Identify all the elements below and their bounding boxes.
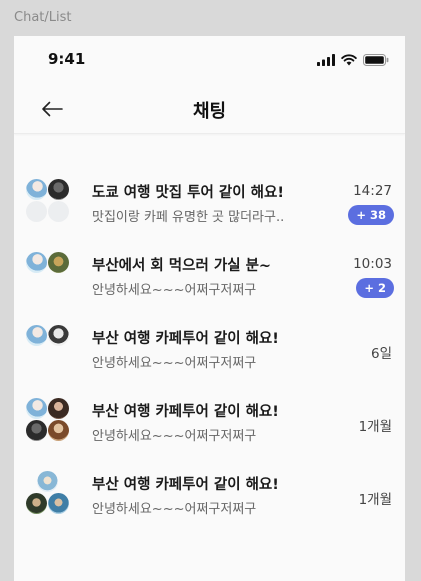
member-avatar [48,493,69,514]
chat-time: 10:03 [353,256,392,272]
chat-list: 도쿄 여행 맛집 투어 같이 해요! 맛집이랑 카페 유명한 곳 많더라구.. … [14,169,405,534]
chat-last-message: 안녕하세요~~~어쩌구저쩌구 [92,429,257,444]
member-avatar [48,420,69,441]
member-avatar [26,493,47,514]
group-avatar [26,398,70,442]
frame-label: Chat/List [14,10,72,25]
member-avatar [26,420,47,441]
member-avatar [48,179,69,200]
phone-screen: 9:41 채팅 도쿄 여행 맛집 투어 같이 해요! 맛집이랑 카페 유명한 곳… [14,36,405,581]
chat-title: 부산에서 회 먹으러 가실 분~ [92,258,272,274]
chat-time: 1개월 [358,419,392,435]
group-avatar [26,179,70,223]
status-bar: 9:41 [14,36,405,84]
unread-badge: + 38 [348,205,394,225]
chat-time: 14:27 [353,183,392,199]
page-title: 채팅 [192,101,227,122]
chat-room-item[interactable]: 도쿄 여행 맛집 투어 같이 해요! 맛집이랑 카페 유명한 곳 많더라구.. … [14,169,405,242]
empty-avatar-slot [26,201,47,222]
group-avatar [26,471,70,515]
chat-title: 부산 여행 카페투어 같이 해요! [92,477,279,493]
chat-room-item[interactable]: 부산 여행 카페투어 같이 해요! 안녕하세요~~~어쩌구저쩌구 1개월 [14,461,405,534]
member-avatar [37,471,58,492]
member-avatar [48,325,69,346]
group-avatar [26,252,70,296]
battery-icon [363,54,389,66]
member-avatar [26,398,47,419]
member-avatar [48,252,69,273]
status-icons [317,54,389,66]
status-time: 9:41 [48,50,86,68]
chat-room-item[interactable]: 부산 여행 카페투어 같이 해요! 안녕하세요~~~어쩌구저쩌구 6일 [14,315,405,388]
chat-last-message: 안녕하세요~~~어쩌구저쩌구 [92,356,257,371]
member-avatar [48,398,69,419]
chat-title: 도쿄 여행 맛집 투어 같이 해요! [92,185,284,201]
chat-time: 1개월 [358,492,392,508]
member-avatar [26,325,47,346]
empty-avatar-slot [48,201,69,222]
nav-bar: 채팅 [14,84,405,134]
chat-room-item[interactable]: 부산에서 회 먹으러 가실 분~ 안녕하세요~~~어쩌구저쩌구 10:03 + … [14,242,405,315]
group-avatar [26,325,70,369]
unread-badge: + 2 [356,278,394,298]
chat-last-message: 안녕하세요~~~어쩌구저쩌구 [92,502,257,517]
wifi-icon [341,54,357,66]
chat-title: 부산 여행 카페투어 같이 해요! [92,404,279,420]
member-avatar [26,179,47,200]
chat-title: 부산 여행 카페투어 같이 해요! [92,331,279,347]
chat-room-item[interactable]: 부산 여행 카페투어 같이 해요! 안녕하세요~~~어쩌구저쩌구 1개월 [14,388,405,461]
member-avatar [26,252,47,273]
cellular-signal-icon [317,54,335,66]
chat-last-message: 안녕하세요~~~어쩌구저쩌구 [92,283,257,298]
chat-last-message: 맛집이랑 카페 유명한 곳 많더라구.. [92,210,285,225]
chat-time: 6일 [370,346,392,362]
